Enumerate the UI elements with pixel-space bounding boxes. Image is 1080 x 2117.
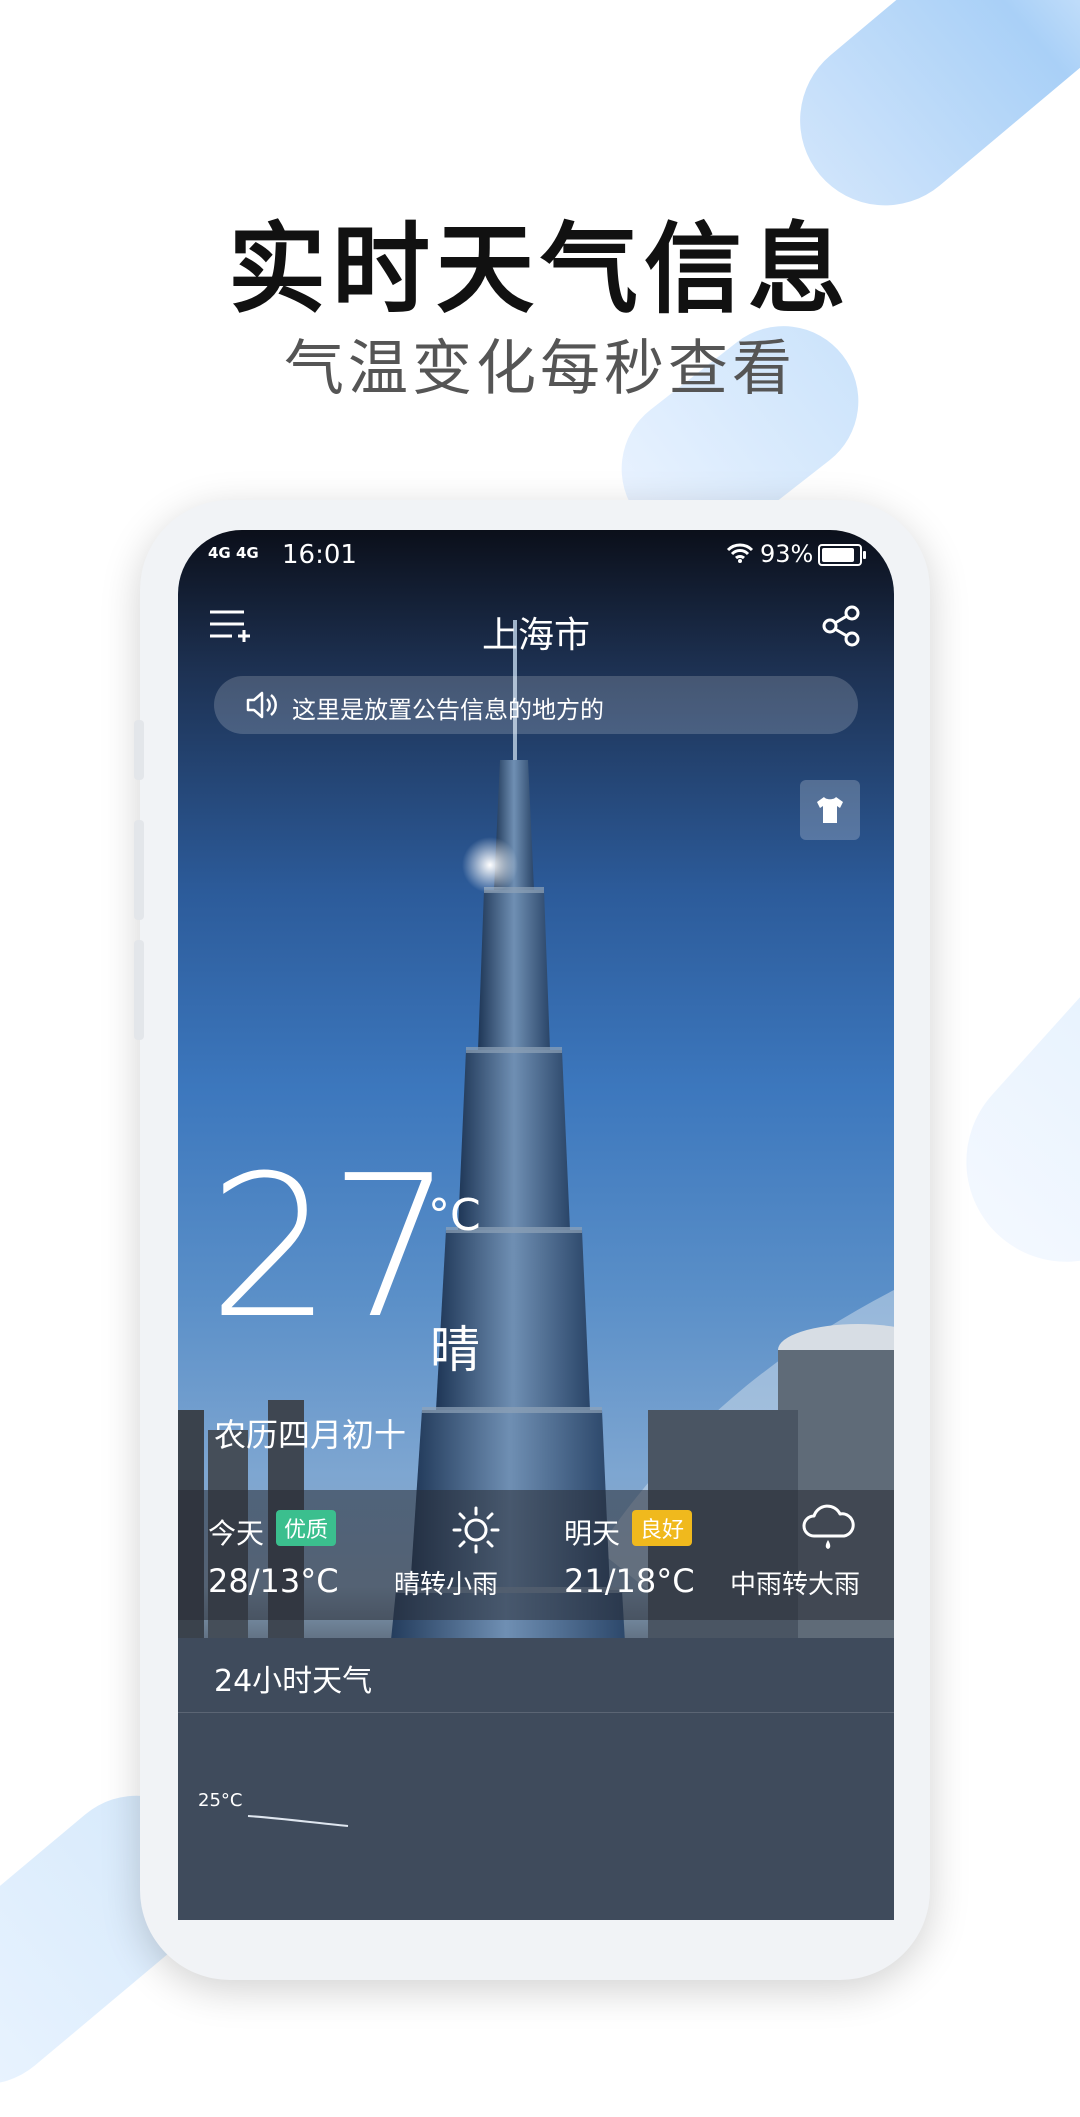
battery-level — [822, 548, 854, 562]
city-title[interactable]: 上海市 — [178, 606, 894, 658]
forecast-day-today: 今天 — [208, 1517, 265, 1550]
temperature-unit: °C — [428, 1190, 481, 1241]
promo-headline: 实时天气信息 — [227, 213, 852, 327]
lunar-date: 农历四月初十 — [214, 1416, 407, 1454]
signal-icon: 4G 4G — [208, 544, 259, 562]
top-bar: 上海市 — [178, 596, 894, 656]
aqi-badge: 良好 — [632, 1510, 693, 1546]
share-icon[interactable] — [820, 604, 864, 648]
battery-icon — [818, 544, 866, 566]
divider — [178, 1712, 894, 1713]
clothing-index-button[interactable] — [800, 780, 860, 840]
forecast-desc: 晴转小雨 — [394, 1570, 499, 1600]
forecast-day-tomorrow: 明天 — [564, 1517, 621, 1550]
battery-percent: 93% — [760, 540, 814, 568]
forecast-desc: 中雨转大雨 — [730, 1570, 861, 1600]
shirt-icon — [817, 797, 843, 823]
forecast-range: 28/13°C — [208, 1562, 339, 1600]
hourly-panel: 24小时天气 25°C — [178, 1638, 894, 1920]
wifi-icon — [726, 543, 754, 563]
phone-side-button — [134, 940, 144, 1040]
notice-text: 这里是放置公告信息的地方的 — [292, 696, 604, 724]
current-temperature: 27 — [208, 1134, 453, 1362]
battery-tip — [863, 551, 866, 559]
forecast-range: 21/18°C — [564, 1562, 695, 1600]
phone-screen: 4G 4G 16:01 93% 上海市 这里是放置公告信息的地方的 27 °C … — [178, 530, 894, 1920]
status-time: 16:01 — [282, 540, 357, 570]
status-bar: 4G 4G 16:01 93% — [178, 530, 894, 580]
two-day-forecast[interactable]: 今天 优质 28/13°C 晴转小雨 明天 良好 21/18°C 中雨转大雨 — [178, 1490, 894, 1620]
phone-side-button — [134, 820, 144, 920]
notice-bar[interactable]: 这里是放置公告信息的地方的 — [214, 676, 858, 734]
speaker-icon — [246, 691, 277, 719]
current-condition: 晴 — [430, 1321, 480, 1379]
sun-icon — [452, 1506, 500, 1554]
decorative-shape — [925, 857, 1080, 1303]
aqi-badge: 优质 — [276, 1510, 337, 1546]
phone-side-button — [134, 720, 144, 780]
promo-subline: 气温变化每秒查看 — [284, 334, 796, 404]
hourly-temperature-curve — [247, 1815, 349, 1827]
rain-cloud-icon — [802, 1504, 855, 1549]
hourly-title: 24小时天气 — [214, 1664, 373, 1699]
